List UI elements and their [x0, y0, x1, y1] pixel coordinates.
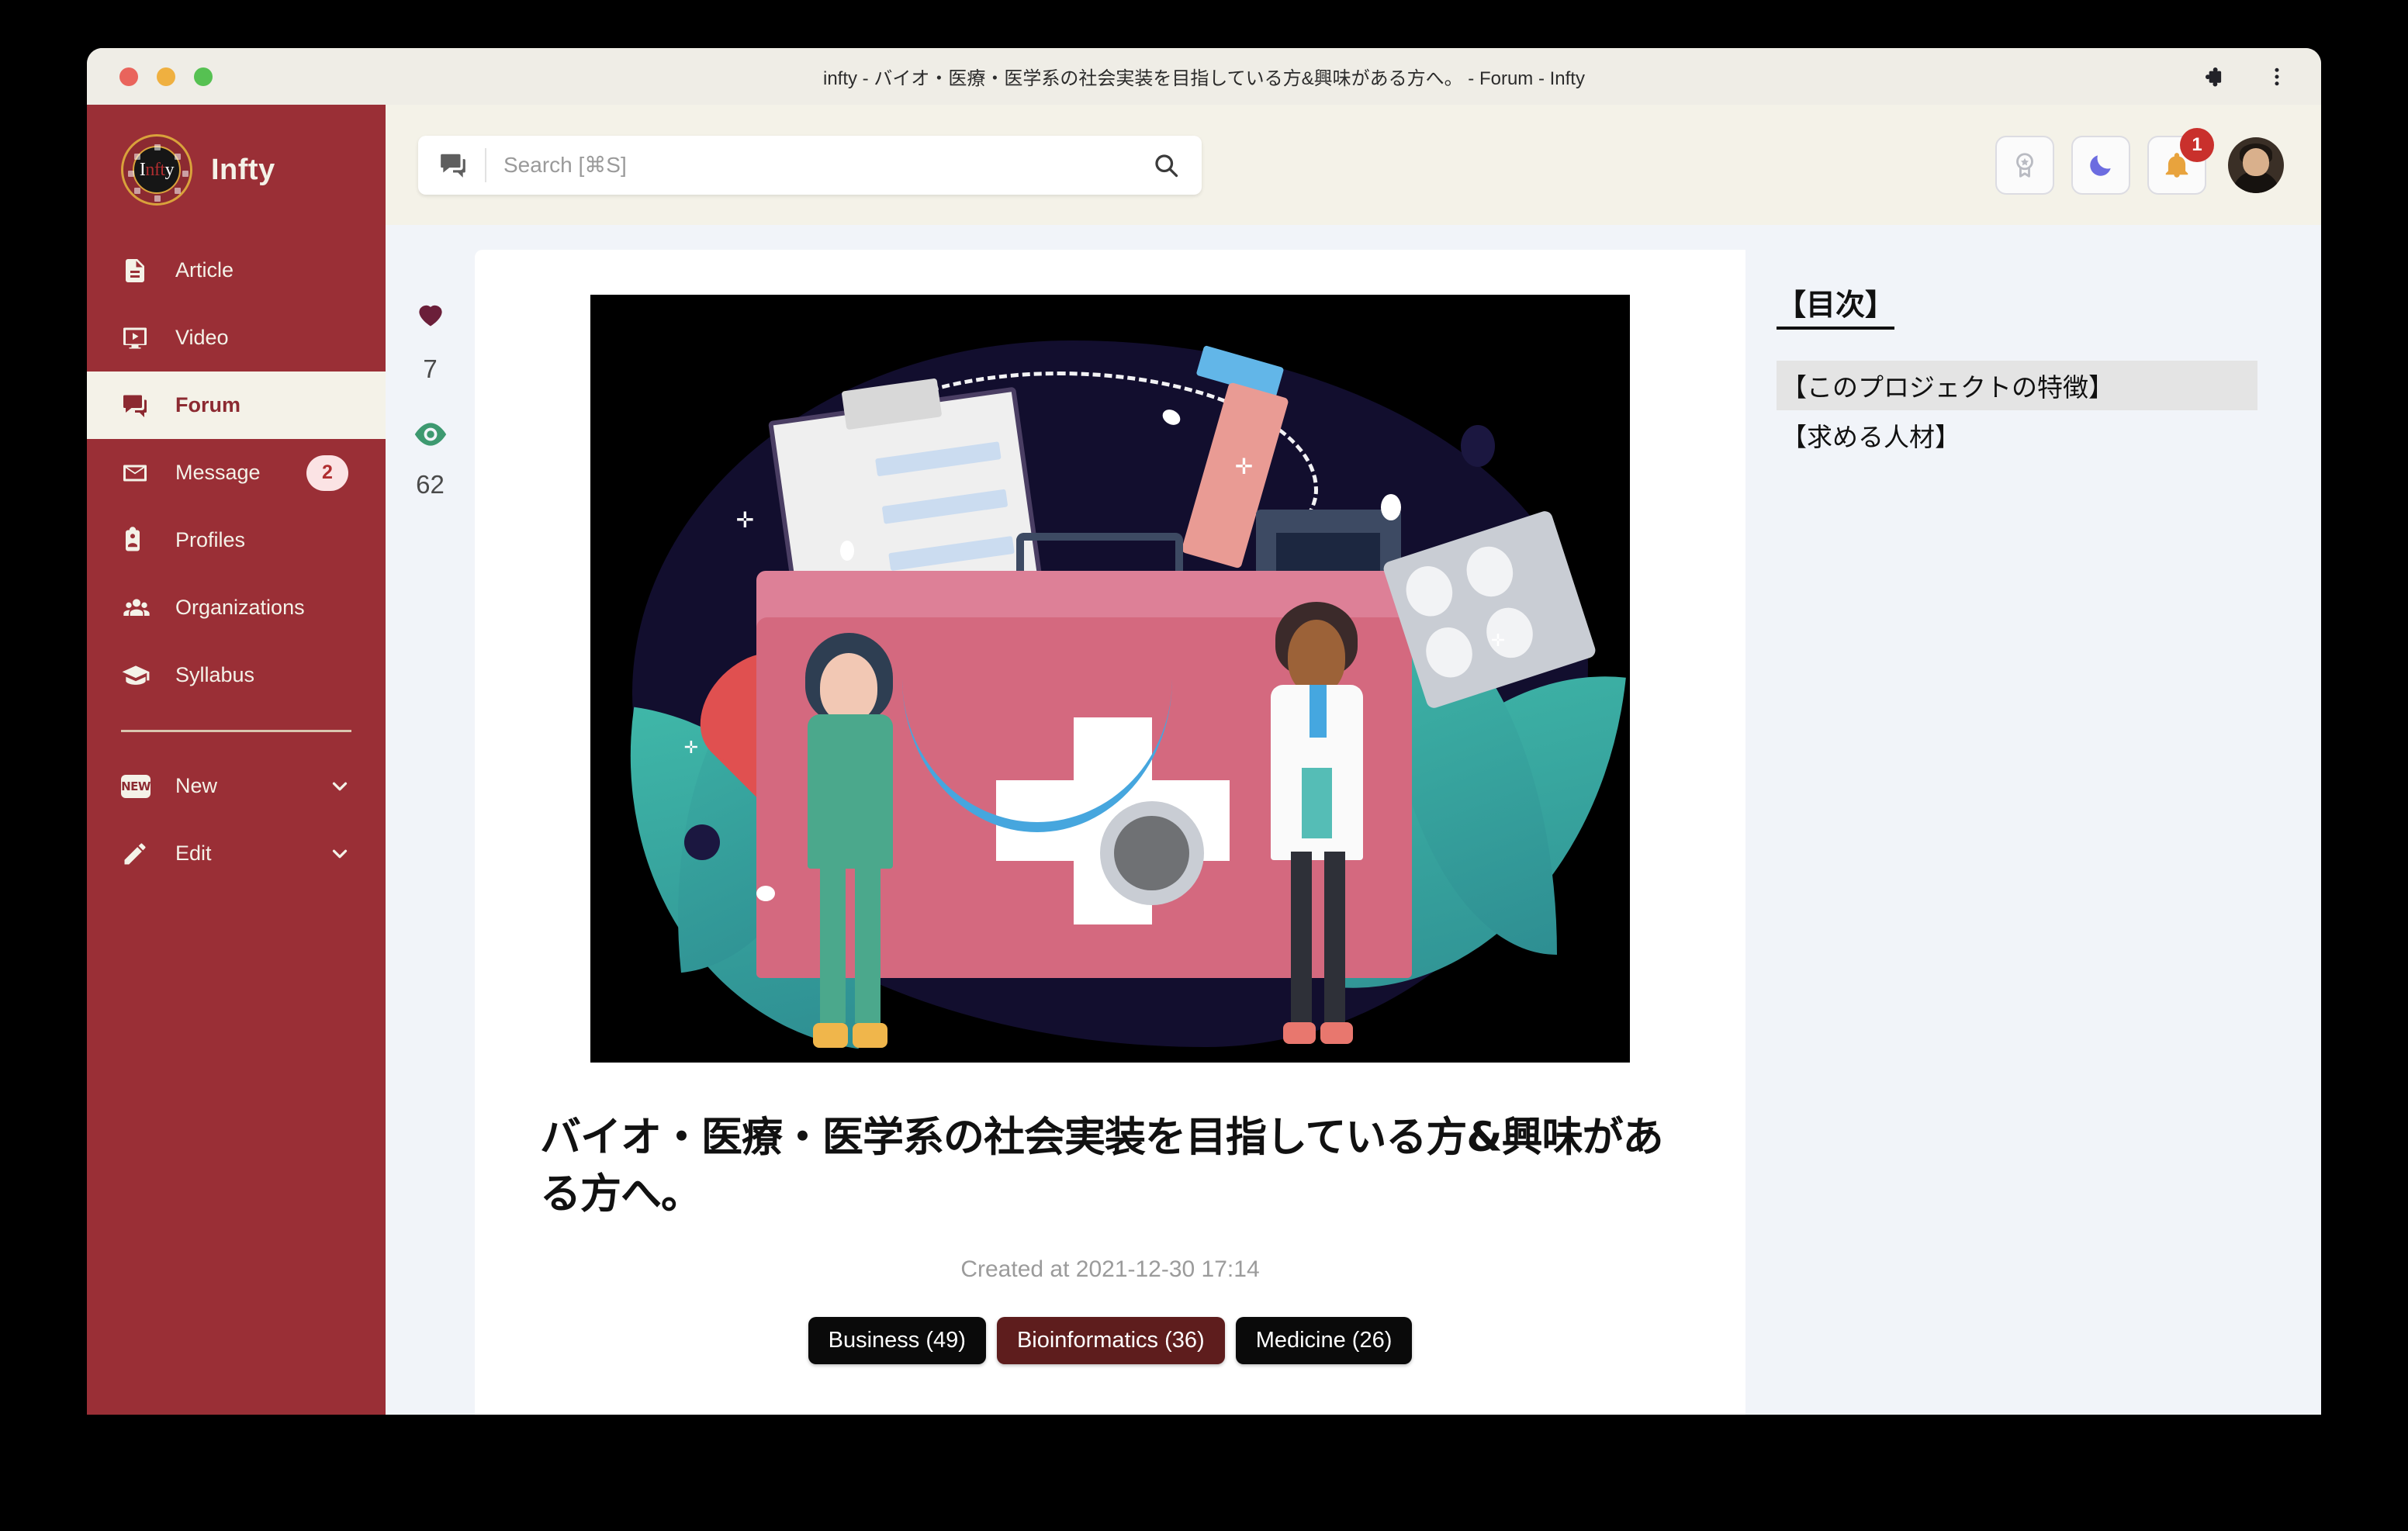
view-count: 62	[416, 470, 445, 499]
sidebar-item-profiles[interactable]: Profiles	[87, 506, 386, 574]
forum-icon	[438, 150, 471, 180]
eye-icon	[413, 423, 448, 450]
toc-heading: 【目次】	[1777, 281, 1895, 330]
infty-logo-icon: Infty	[121, 134, 192, 206]
window-controls[interactable]	[119, 67, 213, 86]
notification-count-badge: 1	[2180, 127, 2214, 162]
heart-icon[interactable]	[413, 296, 448, 334]
tag-business[interactable]: Business (49)	[808, 1317, 986, 1365]
sidebar-item-forum[interactable]: Forum	[87, 372, 386, 439]
tag-bioinformatics[interactable]: Bioinformatics (36)	[996, 1317, 1225, 1365]
message-unread-badge: 2	[306, 454, 348, 491]
search-divider	[485, 147, 486, 182]
document-icon	[121, 257, 155, 285]
topbar-actions: 1	[1995, 127, 2284, 195]
close-window-button[interactable]	[119, 67, 138, 86]
page-title: バイオ・医療・医学系の社会実装を目指している方&興味がある方へ。	[540, 1114, 1664, 1218]
tab-title: infty - バイオ・医療・医学系の社会実装を目指している方&興味がある方へ。…	[823, 68, 1585, 89]
hero-illustration: ✛ ✛ ✛ ✛	[590, 295, 1630, 1063]
created-at: Created at 2021-12-30 17:14	[960, 1256, 1260, 1283]
sidebar-divider	[121, 730, 351, 732]
browser-window: infty - バイオ・医療・医学系の社会実装を目指している方&興味がある方へ。…	[87, 48, 2321, 1415]
sidebar-action-label: Edit	[175, 842, 212, 865]
puzzle-icon[interactable]	[2200, 64, 2226, 90]
main-area: 7 62 ✛ ✛ ✛ ✛ バイオ・医療・医学系の社会実装を目指している方&興味が…	[386, 225, 2321, 1415]
minimize-window-button[interactable]	[157, 67, 175, 86]
sidebar-item-label: Syllabus	[175, 663, 255, 686]
moon-icon[interactable]	[2071, 135, 2130, 195]
id-card-icon	[121, 526, 155, 555]
like-count: 7	[423, 354, 438, 383]
tag-medicine[interactable]: Medicine (26)	[1235, 1317, 1413, 1365]
sidebar-item-article[interactable]: Article	[87, 237, 386, 304]
browser-titlebar: infty - バイオ・医療・医学系の社会実装を目指している方&興味がある方へ。…	[87, 48, 2321, 105]
app-root: Infty Infty Article Video Forum Message …	[87, 105, 2321, 1415]
sidebar-item-label: Organizations	[175, 596, 305, 619]
article-card: ✛ ✛ ✛ ✛ バイオ・医療・医学系の社会実装を目指している方&興味がある方へ。…	[475, 250, 1745, 1415]
three-dot-menu-icon[interactable]	[2264, 64, 2290, 90]
sidebar: Infty Infty Article Video Forum Message …	[87, 105, 386, 1415]
sidebar-item-organizations[interactable]: Organizations	[87, 574, 386, 641]
sidebar-item-label: Video	[175, 326, 229, 349]
search-input[interactable]	[503, 152, 1149, 178]
search-icon[interactable]	[1149, 151, 1183, 179]
sidebar-item-label: Forum	[175, 393, 240, 416]
toc-list: 【このプロジェクトの特徴】 【求める人材】	[1777, 361, 2258, 460]
toc-item-wanted-people[interactable]: 【求める人材】	[1777, 410, 2258, 460]
forum-icon	[121, 392, 155, 420]
nurse-character	[788, 632, 913, 1048]
topbar: 1	[386, 105, 2321, 225]
content-column: 1 7	[386, 105, 2321, 1415]
sidebar-item-message[interactable]: Message 2	[87, 439, 386, 506]
table-of-contents: 【目次】 【このプロジェクトの特徴】 【求める人材】	[1745, 250, 2304, 1415]
chevron-down-icon[interactable]	[328, 775, 351, 798]
search-bar[interactable]	[418, 135, 1202, 195]
tag-list: Business (49) Bioinformatics (36) Medici…	[521, 1317, 1699, 1365]
sidebar-item-label: Article	[175, 258, 234, 282]
brand-name: Infty	[211, 153, 275, 186]
avatar[interactable]	[2228, 137, 2284, 193]
sidebar-action-edit[interactable]: Edit	[87, 820, 386, 887]
pencil-icon	[121, 840, 155, 868]
badge-award-icon[interactable]	[1995, 135, 2054, 195]
graduation-cap-icon	[121, 661, 155, 690]
logo-letter-3: y	[164, 160, 175, 180]
brand[interactable]: Infty Infty	[87, 105, 386, 237]
bell-icon[interactable]: 1	[2147, 127, 2214, 195]
browser-toolbar-right	[2200, 48, 2290, 105]
sidebar-item-label: Profiles	[175, 528, 246, 551]
people-group-icon	[121, 593, 155, 624]
logo-letter-2: nft	[145, 160, 165, 180]
maximize-window-button[interactable]	[194, 67, 213, 86]
sidebar-action-new[interactable]: NEW New	[87, 752, 386, 820]
doctor-character	[1256, 602, 1381, 1044]
sidebar-action-label: New	[175, 774, 218, 797]
sidebar-item-label: Message	[175, 461, 261, 484]
video-icon	[121, 324, 155, 352]
toc-item-project-features[interactable]: 【このプロジェクトの特徴】	[1777, 361, 2258, 410]
envelope-icon	[121, 459, 155, 487]
sidebar-item-syllabus[interactable]: Syllabus	[87, 641, 386, 709]
sidebar-item-video[interactable]: Video	[87, 304, 386, 372]
post-stats: 7 62	[386, 250, 475, 1415]
chevron-down-icon[interactable]	[328, 842, 351, 866]
new-chip-icon: NEW	[121, 774, 155, 798]
